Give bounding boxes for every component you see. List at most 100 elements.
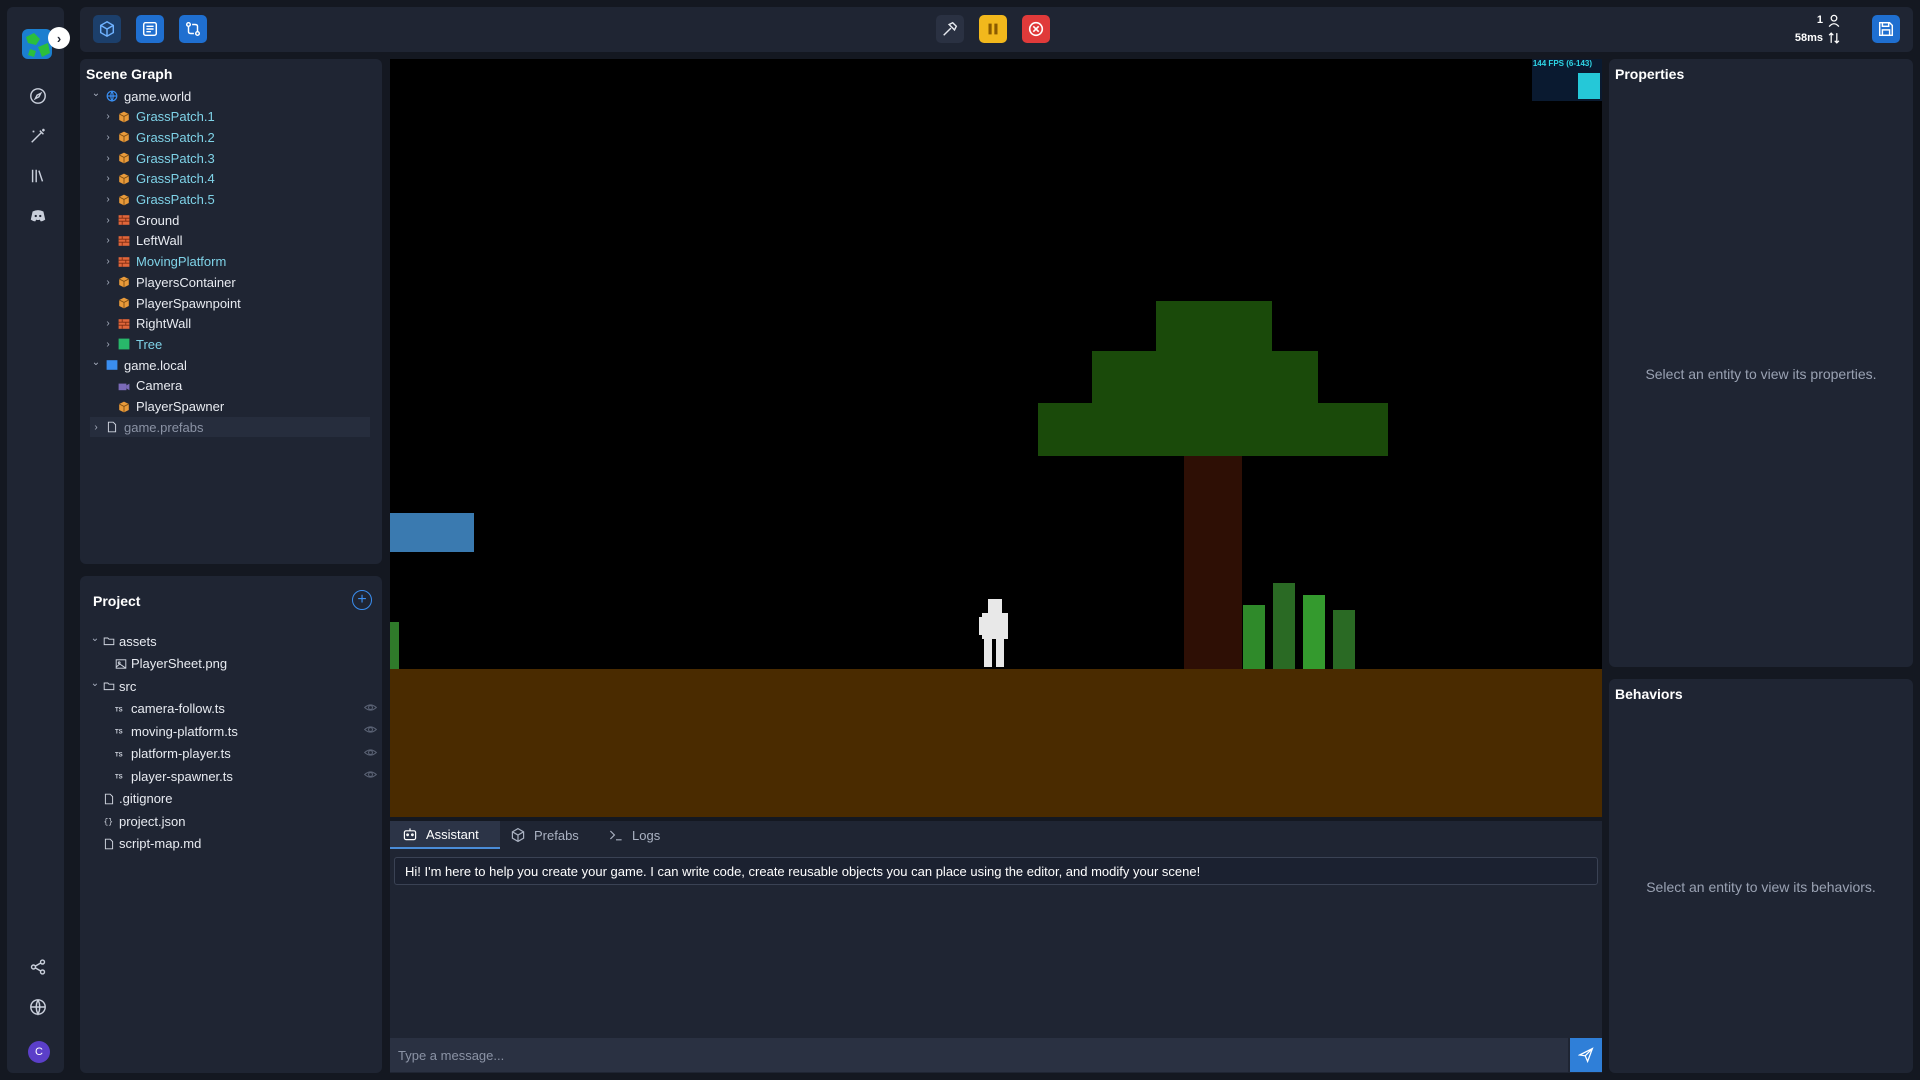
tab-logs[interactable]: Logs bbox=[608, 821, 660, 849]
scene-tree-row[interactable]: › LeftWall bbox=[102, 231, 182, 251]
chevron-right-icon[interactable]: › bbox=[102, 256, 114, 267]
scene-tree-row[interactable]: › Tree bbox=[102, 334, 162, 354]
scene-tree-row[interactable]: › MovingPlatform bbox=[102, 252, 226, 272]
project-file-row[interactable]: TS player-spawner.ts bbox=[101, 766, 378, 786]
grass-patches bbox=[1243, 583, 1355, 669]
eye-icon[interactable] bbox=[363, 701, 378, 717]
chevron-down-icon[interactable]: ⌄ bbox=[90, 357, 102, 368]
globe-icon[interactable] bbox=[26, 995, 50, 1019]
svg-text:TS: TS bbox=[115, 752, 123, 758]
behaviors-panel: Behaviors Select an entity to view its b… bbox=[1609, 679, 1913, 1073]
project-file-row[interactable]: TS moving-platform.ts bbox=[101, 721, 378, 741]
scene-tree-row[interactable]: PlayerSpawner bbox=[102, 397, 224, 417]
chevron-right-icon[interactable]: › bbox=[102, 215, 114, 226]
scene-tree-label: MovingPlatform bbox=[136, 254, 227, 270]
save-icon[interactable] bbox=[1872, 15, 1900, 43]
latency-readout: 58ms bbox=[1794, 32, 1823, 44]
project-file-row[interactable]: PlayerSheet.png bbox=[101, 654, 377, 674]
scene-graph-panel: Scene Graph ⌄ game.world › GrassPatch.1 › Gra… bbox=[80, 59, 382, 564]
magic-wand-icon[interactable] bbox=[26, 124, 50, 148]
scene-tree-label: GrassPatch.4 bbox=[136, 171, 215, 187]
project-file-row[interactable]: TS platform-player.ts bbox=[101, 744, 378, 764]
avatar[interactable]: C bbox=[28, 1041, 50, 1063]
cube-icon[interactable] bbox=[93, 15, 121, 43]
scene-tree-row[interactable]: › GrassPatch.3 bbox=[102, 148, 215, 168]
chevron-down-icon[interactable]: ⌄ bbox=[89, 633, 101, 644]
eye-icon[interactable] bbox=[363, 723, 378, 739]
chevron-down-icon[interactable]: ⌄ bbox=[90, 88, 102, 99]
library-icon[interactable] bbox=[26, 164, 50, 188]
tab-prefabs[interactable]: Prefabs bbox=[510, 821, 579, 849]
project-file-label: platform-player.ts bbox=[131, 746, 231, 761]
scene-tree-row[interactable]: › PlayersContainer bbox=[102, 272, 235, 292]
app-logo[interactable] bbox=[22, 29, 52, 59]
scene-tree-row[interactable]: › Ground bbox=[102, 210, 179, 230]
project-file-row[interactable]: .gitignore bbox=[89, 789, 377, 809]
box-icon bbox=[118, 401, 130, 413]
message-input[interactable] bbox=[390, 1038, 1568, 1072]
eye-icon[interactable] bbox=[363, 746, 378, 762]
chevron-right-icon[interactable]: › bbox=[102, 111, 114, 122]
discord-icon[interactable] bbox=[26, 204, 50, 228]
send-icon bbox=[1578, 1047, 1594, 1063]
scene-tree-row[interactable]: ⌄ game.world bbox=[90, 86, 191, 106]
scene-graph-title: Scene Graph bbox=[86, 66, 173, 82]
scene-tree-row[interactable]: ⌄ game.local bbox=[90, 355, 187, 375]
scene-tree-row[interactable]: PlayerSpawnpoint bbox=[102, 293, 241, 313]
properties-panel: Properties Select an entity to view its … bbox=[1609, 59, 1913, 667]
image-icon bbox=[115, 658, 127, 670]
svg-text:TS: TS bbox=[115, 729, 123, 735]
chevron-right-icon[interactable]: › bbox=[102, 339, 114, 350]
project-file-row[interactable]: ⌄ assets bbox=[89, 631, 377, 651]
box-icon bbox=[118, 173, 130, 185]
scene-tree-label: GrassPatch.2 bbox=[136, 129, 215, 145]
project-file-row[interactable]: ⌄ src bbox=[89, 676, 377, 696]
chevron-right-icon[interactable]: › bbox=[102, 153, 114, 164]
chevron-right-icon[interactable]: › bbox=[102, 318, 114, 329]
send-button[interactable] bbox=[1570, 1038, 1602, 1072]
pause-icon[interactable] bbox=[979, 15, 1007, 43]
build-hammer-icon[interactable] bbox=[936, 15, 964, 43]
scene-tree-row[interactable]: › GrassPatch.1 bbox=[102, 107, 214, 127]
box-icon bbox=[118, 276, 130, 288]
compass-icon[interactable] bbox=[26, 84, 50, 108]
scene-tree-row[interactable]: Camera bbox=[102, 376, 182, 396]
project-file-label: player-spawner.ts bbox=[131, 768, 233, 784]
project-file-row[interactable]: {} project.json bbox=[89, 811, 377, 831]
tab-assistant-label: Assistant bbox=[426, 826, 479, 842]
stop-icon[interactable] bbox=[1022, 15, 1050, 43]
chevron-down-icon[interactable]: ⌄ bbox=[89, 678, 101, 689]
project-file-label: PlayerSheet.png bbox=[131, 656, 228, 671]
scene-tree-row[interactable]: › GrassPatch.5 bbox=[102, 190, 214, 210]
chevron-right-icon[interactable]: › bbox=[90, 422, 102, 433]
properties-empty-text: Select an entity to view its properties. bbox=[1645, 366, 1877, 382]
tab-prefabs-label: Prefabs bbox=[534, 827, 579, 843]
project-file-row[interactable]: script-map.md bbox=[89, 834, 377, 854]
eye-icon[interactable] bbox=[363, 768, 378, 784]
scene-tree-row[interactable]: › GrassPatch.4 bbox=[102, 169, 215, 189]
project-file-label: src bbox=[119, 678, 137, 694]
scene-tree-row[interactable]: › GrassPatch.2 bbox=[102, 127, 215, 147]
chevron-right-icon[interactable]: › bbox=[102, 194, 114, 205]
git-compare-icon[interactable] bbox=[179, 15, 207, 43]
expand-sidebar-button[interactable]: › bbox=[48, 27, 70, 49]
scene-tree-row[interactable]: › RightWall bbox=[102, 314, 191, 334]
add-file-button[interactable]: + bbox=[352, 590, 372, 610]
behaviors-empty-text: Select an entity to view its behaviors. bbox=[1646, 879, 1876, 895]
scene-tree-row[interactable]: › game.prefabs bbox=[90, 417, 370, 438]
chevron-right-icon[interactable]: › bbox=[102, 132, 114, 143]
chevron-right-icon[interactable]: › bbox=[102, 277, 114, 288]
game-viewport[interactable]: 144 FPS (6-143) bbox=[390, 59, 1602, 817]
chevron-right-icon[interactable]: › bbox=[102, 173, 114, 184]
scene-tree-label: LeftWall bbox=[136, 233, 183, 249]
scene-icon[interactable] bbox=[136, 15, 164, 43]
tab-assistant[interactable]: Assistant bbox=[390, 821, 500, 849]
scene-tree-label: GrassPatch.3 bbox=[136, 150, 215, 166]
file-icon bbox=[103, 838, 115, 850]
project-panel: Project + ⌄ assets PlayerSheet.png ⌄ src TS ca… bbox=[80, 576, 382, 1073]
scene-tree-label: Ground bbox=[136, 212, 180, 228]
chevron-right-icon[interactable]: › bbox=[102, 235, 114, 246]
share-icon[interactable] bbox=[26, 955, 50, 979]
project-file-row[interactable]: TS camera-follow.ts bbox=[101, 699, 378, 719]
network-stats: 1 58ms bbox=[1783, 12, 1843, 48]
